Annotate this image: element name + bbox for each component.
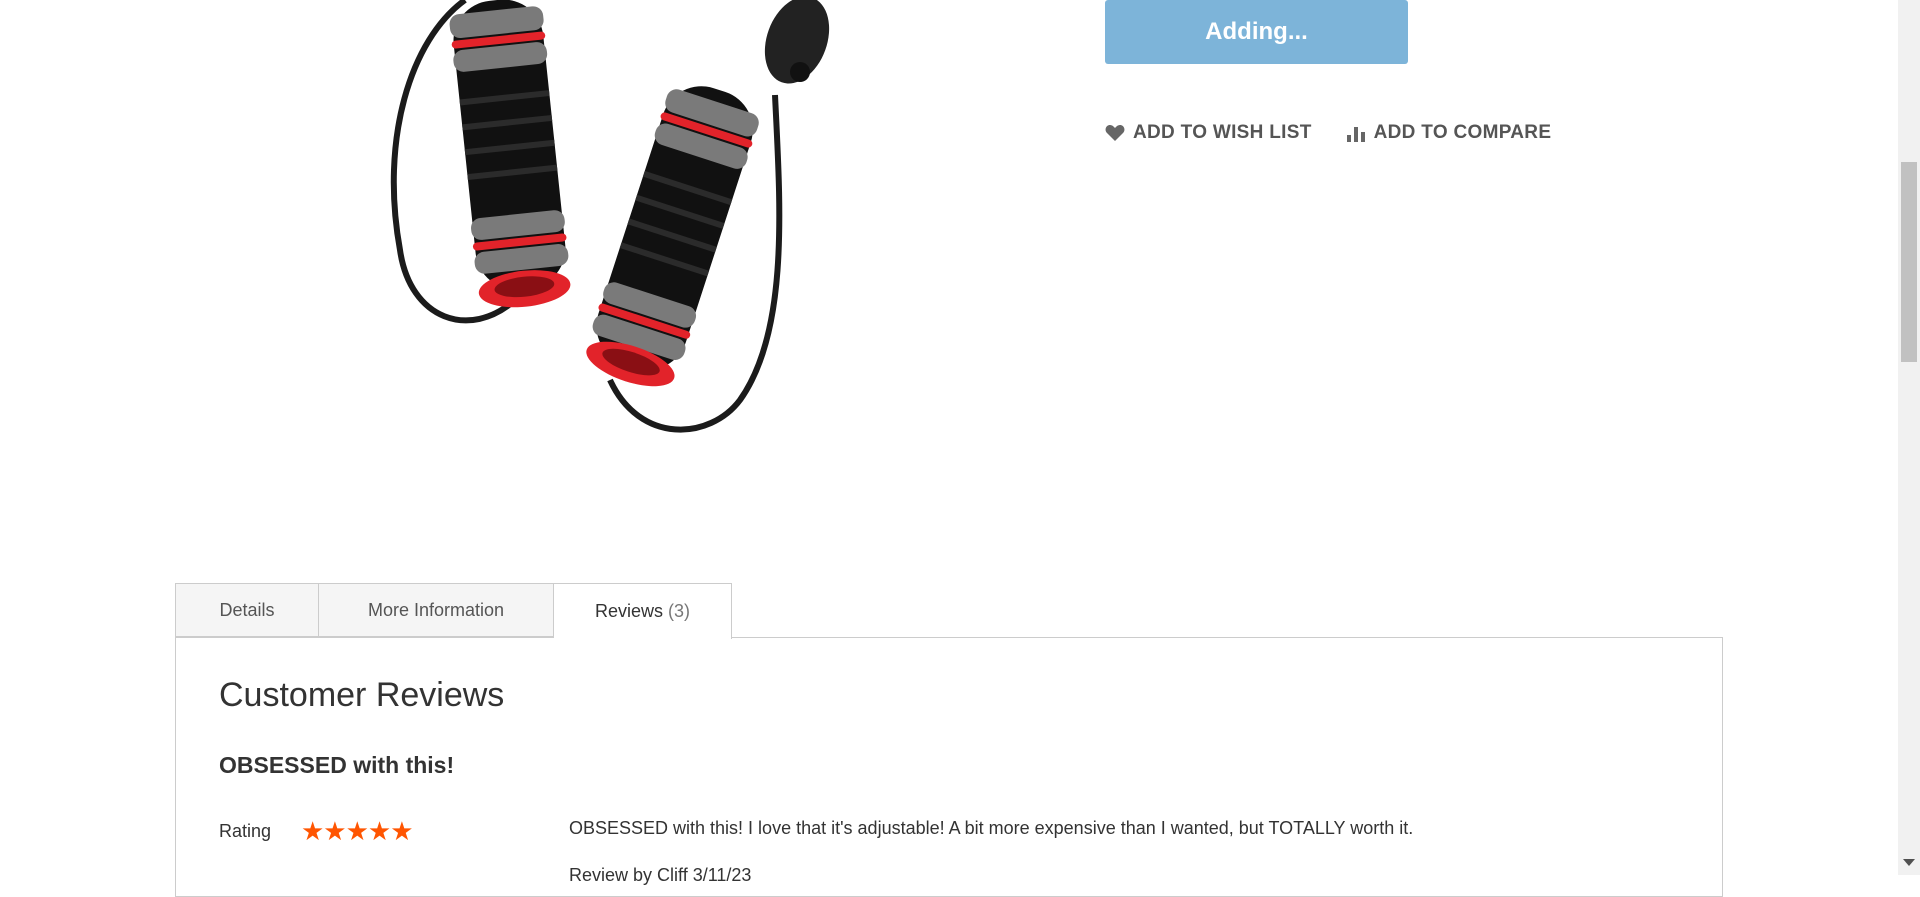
tab-more-information-label: More Information xyxy=(367,599,505,620)
product-social-links: ADD TO WISH LIST ADD TO COMPARE xyxy=(1105,122,1551,144)
product-image[interactable] xyxy=(260,0,900,450)
tab-details-label: Details xyxy=(219,599,275,620)
review-content: OBSESSED with this! I love that it's adj… xyxy=(569,818,1414,838)
tab-reviews-label: Reviews xyxy=(594,601,664,621)
review-title: OBSESSED with this! xyxy=(219,752,455,778)
customer-reviews-heading: Customer Reviews xyxy=(219,676,505,714)
add-to-compare-label: ADD TO COMPARE xyxy=(1373,122,1552,143)
add-to-compare-link[interactable]: ADD TO COMPARE xyxy=(1346,122,1552,144)
compare-bars-icon xyxy=(1346,127,1365,142)
tab-reviews[interactable]: Reviews (3) xyxy=(554,583,732,639)
scrollbar-thumb[interactable] xyxy=(1901,162,1917,362)
rating-label: Rating xyxy=(219,821,272,841)
add-to-cart-button[interactable]: Adding... xyxy=(1105,0,1408,64)
scroll-down-arrow-icon[interactable] xyxy=(1903,859,1915,866)
tab-details[interactable]: Details xyxy=(175,583,319,637)
review-rating: Rating ★★★★★ xyxy=(219,816,414,847)
add-to-wishlist-label: ADD TO WISH LIST xyxy=(1133,122,1312,143)
review-author-date: Review by Cliff 3/11/23 xyxy=(569,865,752,885)
tab-more-information[interactable]: More Information xyxy=(319,583,554,637)
heart-icon xyxy=(1105,125,1125,141)
product-info-tabs: Details More Information Reviews (3) xyxy=(175,583,732,639)
add-to-wishlist-link[interactable]: ADD TO WISH LIST xyxy=(1105,122,1312,144)
page-scrollbar[interactable] xyxy=(1898,0,1920,875)
tab-reviews-count: (3) xyxy=(668,601,691,621)
rating-stars: ★★★★★ xyxy=(301,816,414,846)
jump-rope-image xyxy=(390,0,830,433)
